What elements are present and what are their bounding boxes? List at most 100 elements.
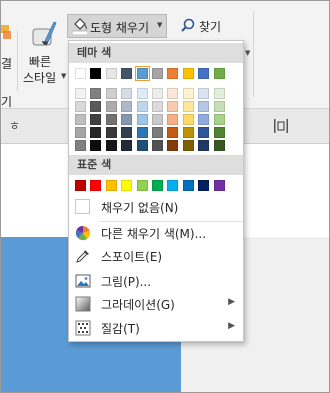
arrange-icon[interactable] <box>1 19 13 47</box>
quick-styles-label-2: 스타일 <box>23 71 57 85</box>
theme-color-swatch[interactable] <box>136 101 148 112</box>
theme-color-swatch[interactable] <box>182 101 194 112</box>
distribute-icon[interactable] <box>273 119 289 133</box>
theme-color-swatch[interactable] <box>75 101 86 112</box>
theme-color-swatch[interactable] <box>198 140 210 151</box>
theme-color-swatch[interactable] <box>198 68 210 79</box>
theme-color-swatch[interactable] <box>121 101 133 112</box>
chevron-down-icon: ▼ <box>157 21 163 29</box>
theme-color-swatch[interactable] <box>90 140 102 151</box>
theme-color-swatch[interactable] <box>121 140 133 151</box>
standard-color-swatch[interactable] <box>152 180 163 191</box>
theme-color-swatch[interactable] <box>167 101 179 112</box>
theme-color-swatch[interactable] <box>198 127 210 138</box>
theme-color-swatch[interactable] <box>121 88 133 99</box>
find-button[interactable]: 찾기 <box>181 15 241 37</box>
find-label: 찾기 <box>199 20 222 34</box>
picture-fill-item[interactable]: 그림(P)... <box>69 270 243 292</box>
quick-styles-button[interactable]: 빠른 스타일 ▼ <box>23 17 67 91</box>
theme-color-swatch[interactable] <box>75 88 86 99</box>
theme-color-swatch[interactable] <box>182 127 194 138</box>
group-separator <box>17 31 18 91</box>
texture-item[interactable]: 질감(T) ▶ <box>69 317 243 339</box>
theme-color-swatch[interactable] <box>213 127 225 138</box>
theme-color-swatch[interactable] <box>75 140 86 151</box>
theme-color-swatch[interactable] <box>167 114 179 125</box>
paint-bucket-icon <box>71 17 89 36</box>
theme-color-swatch[interactable] <box>90 127 102 138</box>
arrange-label[interactable]: 결 <box>1 55 12 72</box>
theme-color-swatch[interactable] <box>182 114 194 125</box>
theme-color-swatch[interactable] <box>182 68 194 79</box>
standard-color-swatch[interactable] <box>198 180 210 191</box>
theme-color-swatch[interactable] <box>182 140 194 151</box>
theme-color-swatch[interactable] <box>213 68 225 79</box>
theme-color-swatch[interactable] <box>136 114 148 125</box>
theme-color-swatch[interactable] <box>136 127 148 138</box>
theme-color-swatch[interactable] <box>213 140 225 151</box>
theme-color-swatch[interactable] <box>182 88 194 99</box>
theme-color-swatch[interactable] <box>90 101 102 112</box>
eyedropper-icon <box>75 248 91 264</box>
no-fill-item[interactable]: 채우기 없음(N) <box>69 196 243 218</box>
theme-color-swatch[interactable] <box>90 88 102 99</box>
standard-color-swatch[interactable] <box>182 180 194 191</box>
more-fill-colors-label: 다른 채우기 색(M)... <box>101 227 207 241</box>
standard-color-swatch[interactable] <box>90 180 102 191</box>
group-separator <box>253 11 254 97</box>
theme-color-swatch[interactable] <box>121 127 133 138</box>
theme-color-swatch[interactable] <box>167 127 179 138</box>
standard-color-swatch[interactable] <box>105 180 117 191</box>
standard-color-swatch[interactable] <box>136 180 148 191</box>
theme-color-swatch[interactable] <box>213 88 225 99</box>
theme-color-swatch[interactable] <box>213 114 225 125</box>
theme-color-swatch[interactable] <box>105 101 117 112</box>
theme-color-swatch[interactable] <box>121 68 133 79</box>
color-wheel-icon <box>75 225 91 241</box>
picture-fill-label: 그림(P)... <box>101 275 152 289</box>
theme-color-swatch[interactable] <box>90 114 102 125</box>
standard-color-swatch[interactable] <box>121 180 133 191</box>
theme-color-swatch[interactable] <box>152 140 163 151</box>
theme-color-swatch[interactable] <box>167 88 179 99</box>
theme-color-swatch[interactable] <box>75 114 86 125</box>
theme-color-swatch[interactable] <box>167 68 179 79</box>
theme-color-swatch[interactable] <box>198 114 210 125</box>
theme-color-swatch[interactable] <box>105 88 117 99</box>
gradient-item[interactable]: 그라데이션(G) ▶ <box>69 293 243 315</box>
texture-icon <box>75 320 91 336</box>
chevron-down-icon: ▼ <box>61 72 67 80</box>
theme-color-swatch[interactable] <box>105 140 117 151</box>
theme-color-swatch[interactable] <box>134 66 150 81</box>
theme-color-swatch[interactable] <box>105 127 117 138</box>
picture-icon <box>75 273 91 289</box>
shape-fill-button[interactable]: 도형 채우기 ▼ <box>67 14 167 38</box>
standard-colors-header: 표준 색 <box>69 155 243 175</box>
theme-color-swatch[interactable] <box>105 114 117 125</box>
ruler-char: ㅎ <box>9 119 21 133</box>
theme-color-swatch[interactable] <box>152 101 163 112</box>
theme-color-swatch[interactable] <box>152 127 163 138</box>
theme-color-swatch[interactable] <box>105 68 117 79</box>
theme-color-swatch[interactable] <box>152 88 163 99</box>
theme-color-swatch[interactable] <box>213 101 225 112</box>
eyedropper-item[interactable]: 스포이트(E) <box>69 245 243 267</box>
theme-color-swatch[interactable] <box>152 68 163 79</box>
more-fill-colors-item[interactable]: 다른 채우기 색(M)... <box>69 222 243 244</box>
standard-color-swatch[interactable] <box>213 180 225 191</box>
theme-color-swatch[interactable] <box>152 114 163 125</box>
theme-color-swatch[interactable] <box>75 127 86 138</box>
theme-color-swatch[interactable] <box>121 114 133 125</box>
chevron-down-icon[interactable]: ▼ <box>245 49 250 57</box>
standard-color-swatch[interactable] <box>167 180 179 191</box>
theme-color-swatch[interactable] <box>198 88 210 99</box>
theme-color-swatch[interactable] <box>136 140 148 151</box>
shape-fill-dropdown: 테마 색 표준 색 채우기 없음(N) 다른 채우기 색(M)... 스포이트(… <box>68 40 244 342</box>
theme-color-swatch[interactable] <box>198 101 210 112</box>
theme-color-swatch[interactable] <box>75 68 86 79</box>
submenu-arrow-icon: ▶ <box>228 321 235 331</box>
theme-color-swatch[interactable] <box>136 88 148 99</box>
standard-color-swatch[interactable] <box>75 180 86 191</box>
theme-color-swatch[interactable] <box>90 68 102 79</box>
theme-color-swatch[interactable] <box>167 140 179 151</box>
